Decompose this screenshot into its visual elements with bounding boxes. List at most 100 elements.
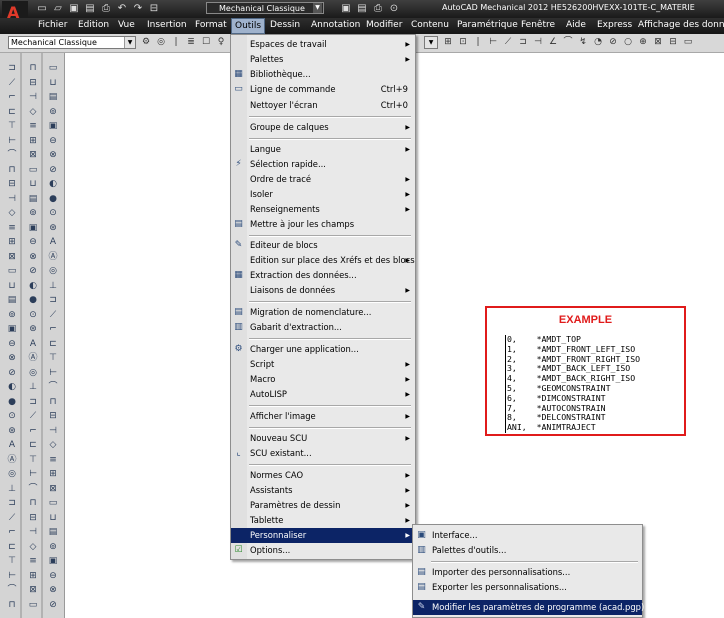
toolbar-tool-icon[interactable]: ⊐ <box>6 497 18 509</box>
toolbar-tool-icon[interactable]: ◐ <box>27 280 39 292</box>
menu-express[interactable]: Express <box>597 20 632 30</box>
toolbar-tool-icon[interactable]: ▣ <box>47 120 59 132</box>
toolbar-tool-icon[interactable]: ⊗ <box>6 352 18 364</box>
toolbar-tool-icon[interactable]: ● <box>6 396 18 408</box>
toolbar-tool-icon[interactable]: ⊠ <box>6 251 18 263</box>
circle-icon[interactable]: ○ <box>622 36 634 48</box>
toolbar-tool-icon[interactable]: ▤ <box>47 526 59 538</box>
toolbar-tool-icon[interactable]: ⌐ <box>6 91 18 103</box>
toolbar-tool-icon[interactable]: ▣ <box>47 555 59 567</box>
menu-contenu[interactable]: Contenu <box>411 20 449 30</box>
menu-fenetre[interactable]: Fenêtre <box>521 20 555 30</box>
toolbar-tool-icon[interactable]: ⊟ <box>47 410 59 422</box>
toolbar-tool-icon[interactable]: ⊚ <box>6 309 18 321</box>
toolbar-tool-icon[interactable]: ⊔ <box>47 512 59 524</box>
menu-item-bibliotheque[interactable]: ▦ Bibliothèque... <box>231 67 415 82</box>
toolbar-tool-icon[interactable]: ◎ <box>47 265 59 277</box>
menu-item-editeur-de-blocs[interactable]: ✎ Editeur de blocs <box>231 238 415 253</box>
menu-item-autolisp[interactable]: AutoLISP ▶ <box>231 387 415 402</box>
save-as-icon[interactable]: ▤ <box>84 3 96 15</box>
toolbar-tool-icon[interactable]: ⊢ <box>6 570 18 582</box>
toolbar-tool-icon[interactable]: ⊥ <box>47 280 59 292</box>
menu-vue[interactable]: Vue <box>118 20 135 30</box>
menu-item-charger-application[interactable]: ⚙ Charger une application... <box>231 342 415 357</box>
toolbar-tool-icon[interactable]: ◇ <box>47 439 59 451</box>
toolbar-tool-icon[interactable]: ⊓ <box>6 599 18 611</box>
save-as-icon[interactable]: ▤ <box>356 3 368 15</box>
save-icon[interactable]: ▣ <box>340 3 352 15</box>
menu-item-renseignements[interactable]: Renseignements ▶ <box>231 202 415 217</box>
toolbar-tool-icon[interactable]: ⊞ <box>47 468 59 480</box>
toolbar-tool-icon[interactable]: ⊖ <box>47 570 59 582</box>
menu-modifier[interactable]: Modifier <box>366 20 402 30</box>
toolbar-tool-icon[interactable]: ⊙ <box>27 309 39 321</box>
toolbar-tool-icon[interactable]: ◇ <box>27 541 39 553</box>
toolbar-tool-icon[interactable]: ● <box>47 193 59 205</box>
menu-item-mettre-a-jour-champs[interactable]: ▤ Mettre à jour les champs <box>231 217 415 232</box>
menu-parametrique[interactable]: Paramétrique <box>457 20 518 30</box>
toolbar-tool-icon[interactable]: ⊔ <box>6 280 18 292</box>
menu-item-parametres-dessin[interactable]: Paramètres de dessin ▶ <box>231 498 415 513</box>
menu-item-liaisons-donnees[interactable]: Liaisons de données ▶ <box>231 283 415 298</box>
toolbar-tool-icon[interactable]: Ⓐ <box>27 352 39 364</box>
toolbar-tool-icon[interactable]: ▣ <box>27 222 39 234</box>
toolbar-tool-icon[interactable]: ● <box>27 294 39 306</box>
menu-item-nouveau-scu[interactable]: Nouveau SCU ▶ <box>231 431 415 446</box>
toolbar-tool-icon[interactable]: ◎ <box>6 468 18 480</box>
toolbar-tool-icon[interactable]: ⊘ <box>47 164 59 176</box>
toolbar-tool-icon[interactable]: ⊘ <box>6 367 18 379</box>
toolbar-tool-icon[interactable]: ⊞ <box>6 236 18 248</box>
toolbar-tool-icon[interactable]: ⊣ <box>27 526 39 538</box>
menu-item-options[interactable]: ☑ Options... <box>231 543 415 558</box>
menu-dessin[interactable]: Dessin <box>270 20 300 30</box>
toolbar-tool-icon[interactable]: A <box>6 439 18 451</box>
submenu-item-modifier-pgp[interactable]: ✎ Modifier les paramètres de programme (… <box>413 600 644 615</box>
toolbar-tool-icon[interactable]: ⊏ <box>6 106 18 118</box>
toolbar-tool-icon[interactable]: ◇ <box>27 106 39 118</box>
layer-previous-icon[interactable]: ⊞ <box>442 36 454 48</box>
tolerance-icon[interactable]: ⊕ <box>637 36 649 48</box>
toolbar-tool-icon[interactable]: ▣ <box>6 323 18 335</box>
menu-item-tablette[interactable]: Tablette ▶ <box>231 513 415 528</box>
menu-item-extraction-donnees[interactable]: ▦ Extraction des données... <box>231 268 415 283</box>
toolbar-tool-icon[interactable]: ◎ <box>27 367 39 379</box>
toolbar-tool-icon[interactable]: ≡ <box>27 555 39 567</box>
toolbar-tool-icon[interactable]: ⟋ <box>6 512 18 524</box>
menu-annotation[interactable]: Annotation <box>311 20 360 30</box>
toolbar-tool-icon[interactable]: ⊟ <box>6 178 18 190</box>
menu-item-afficher-image[interactable]: Afficher l'image ▶ <box>231 409 415 424</box>
menu-edition[interactable]: Edition <box>78 20 109 30</box>
toolbar-tool-icon[interactable]: A <box>47 236 59 248</box>
toolbar-tool-icon[interactable]: ⊓ <box>27 497 39 509</box>
toolbar-tool-icon[interactable]: ⊐ <box>47 294 59 306</box>
menu-item-nettoyer-ecran[interactable]: Nettoyer l'écran Ctrl+0 <box>231 98 415 113</box>
workspace-settings-icon[interactable]: ◎ <box>155 36 167 48</box>
workspace-selector[interactable]: Mechanical Classique ▼ <box>206 2 324 14</box>
toolbar-tool-icon[interactable]: ⊥ <box>27 381 39 393</box>
dimension-edit-icon[interactable]: ⊠ <box>652 36 664 48</box>
toolbar-tool-icon[interactable]: ◇ <box>6 207 18 219</box>
toolbar-tool-icon[interactable]: ⊘ <box>27 265 39 277</box>
toolbar-tool-icon[interactable]: ⊏ <box>6 541 18 553</box>
menu-aide[interactable]: Aide <box>566 20 586 30</box>
toolbar-tool-icon[interactable]: A <box>27 338 39 350</box>
toolbar-tool-icon[interactable]: ⊖ <box>47 135 59 147</box>
toolbar-tool-icon[interactable]: ⊗ <box>47 584 59 596</box>
layer-combo-dropdown[interactable]: ▼ <box>424 36 438 49</box>
baseline-dimension-icon[interactable]: ⊣ <box>532 36 544 48</box>
menu-fichier[interactable]: Fichier <box>38 20 67 30</box>
toolbar-tool-icon[interactable]: ⊐ <box>27 396 39 408</box>
undo-icon[interactable]: ↶ <box>116 3 128 15</box>
arc-length-icon[interactable]: ⌒ <box>562 36 574 48</box>
toolbar-tool-icon[interactable]: ⊛ <box>47 222 59 234</box>
menu-item-selection-rapide[interactable]: ⚡ Sélection rapide... <box>231 157 415 172</box>
menu-item-groupe-de-calques[interactable]: Groupe de calques ▶ <box>231 120 415 135</box>
toolbar-tool-icon[interactable]: ⊢ <box>27 468 39 480</box>
toolbar-tool-icon[interactable]: ⊏ <box>47 338 59 350</box>
menu-affichage-donnees[interactable]: Affichage des données <box>638 20 724 30</box>
menu-item-gabarit-extraction[interactable]: ▥ Gabarit d'extraction... <box>231 320 415 335</box>
dimension-update-icon[interactable]: ▭ <box>682 36 694 48</box>
toolbar-tool-icon[interactable]: ⊓ <box>47 396 59 408</box>
toolbar-tool-icon[interactable]: ⊚ <box>47 541 59 553</box>
toolbar-tool-icon[interactable]: ⊐ <box>6 62 18 74</box>
